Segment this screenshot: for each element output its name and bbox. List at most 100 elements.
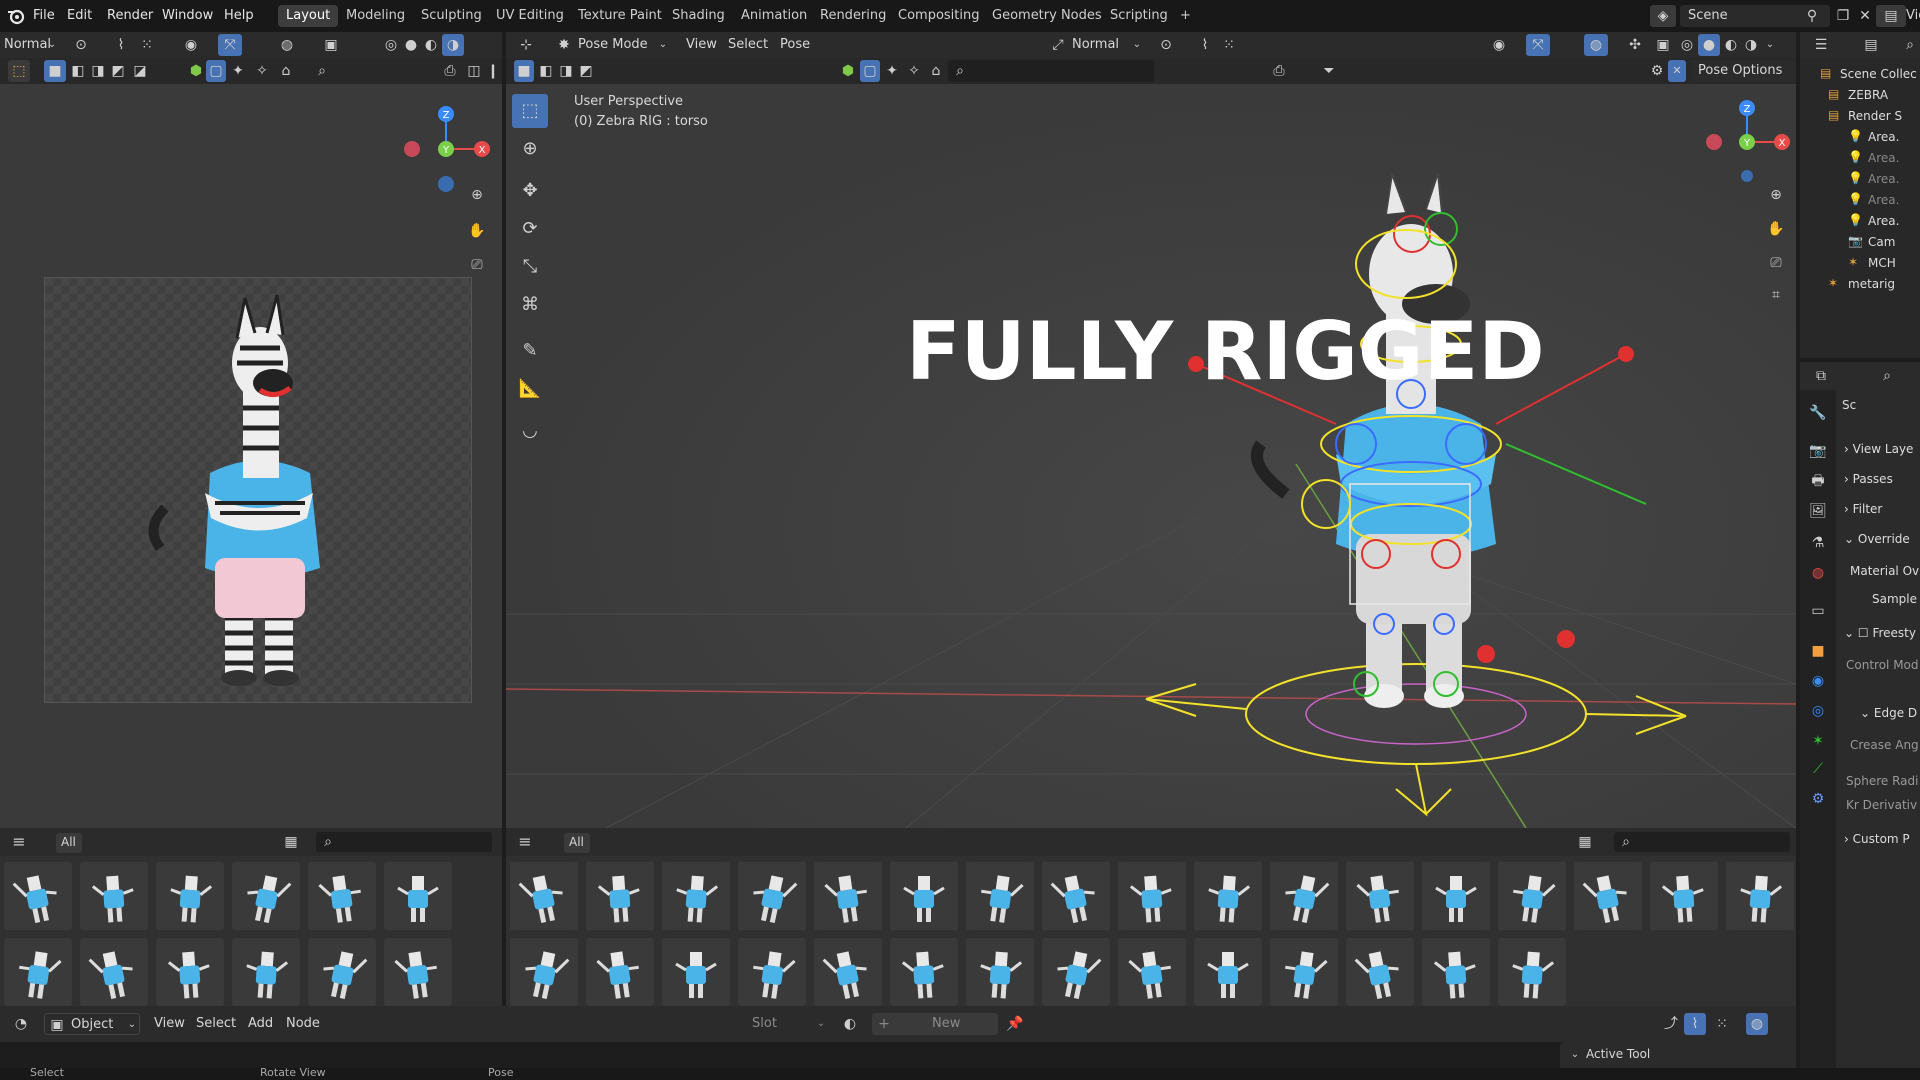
pose-thumbnail[interactable] [80, 862, 148, 930]
constraint-icon[interactable]: ⚙ [1646, 60, 1668, 82]
tab-scripting[interactable]: Scripting [1102, 5, 1176, 27]
pose-thumbnail[interactable] [1042, 862, 1110, 930]
tool-cursor[interactable]: ⊕ [512, 132, 548, 166]
tool-annotate[interactable]: ✎ [512, 334, 548, 368]
menu-help[interactable]: Help [224, 8, 254, 23]
select-invert-icon[interactable]: ◩ [576, 60, 596, 82]
new-material-button[interactable]: + New [872, 1013, 998, 1035]
property-section[interactable]: Sample [1872, 592, 1917, 606]
outliner-item[interactable]: 💡 Area. [1800, 127, 1920, 148]
interaction-mode-dropdown[interactable]: ✸ Pose Mode ⌄ [552, 34, 674, 56]
viewport-menu-select[interactable]: Select [728, 37, 768, 52]
property-section[interactable]: ⌄ Edge D [1860, 706, 1917, 720]
search-icon[interactable]: ⌕ [1900, 34, 1920, 56]
wireframe-shading-icon[interactable]: ◎ [1676, 34, 1698, 56]
scene-name-field[interactable]: Scene ⚲ [1680, 5, 1830, 27]
pose-thumbnail[interactable] [1346, 938, 1414, 1006]
outliner-item[interactable]: ▤ Scene Collec [1800, 64, 1920, 85]
pose-thumbnail[interactable] [1498, 938, 1566, 1006]
pose-thumbnail[interactable] [1574, 862, 1642, 930]
bone-overlay-icon[interactable]: ✣ [1624, 34, 1646, 56]
editor-type-icon[interactable]: ⊹ [514, 34, 538, 56]
bone-tab-icon[interactable]: ⟋ [1807, 758, 1829, 780]
hand-pan-icon[interactable]: ✋ [1764, 218, 1788, 240]
property-section[interactable]: › Custom P [1844, 832, 1910, 846]
hand-pan-icon[interactable]: ✋ [466, 220, 488, 242]
ortho-grid-icon[interactable]: ⌗ [1764, 284, 1788, 306]
menu-edit[interactable]: Edit [67, 8, 92, 23]
pose-thumbnail[interactable] [1042, 938, 1110, 1006]
tool-move[interactable]: ✥ [512, 174, 548, 208]
left-viewport[interactable]: Z Y X ⊕ ✋ ⎚ [0, 84, 502, 828]
pose-thumbnail[interactable] [1270, 862, 1338, 930]
scene-tab-icon[interactable]: ⚗ [1807, 532, 1829, 554]
navigation-gizmo[interactable]: Z Y X [396, 94, 496, 194]
property-section[interactable]: Sphere Radi [1846, 774, 1918, 788]
zoom-icon[interactable]: ⊕ [466, 184, 488, 206]
camera-view-icon[interactable]: ⎚ [1764, 252, 1788, 274]
visibility-icon[interactable]: ◉ [180, 34, 202, 56]
collection-tab-icon[interactable]: ▭ [1807, 600, 1829, 622]
material-shading-icon[interactable]: ◐ [1720, 34, 1742, 56]
filter-mesh-toggle[interactable]: ▢ [860, 60, 880, 82]
node-menu-add[interactable]: Add [248, 1016, 273, 1031]
mode-extend-icon[interactable]: ◧ [68, 60, 88, 82]
armature-tab-icon[interactable]: ✶ [1807, 730, 1829, 752]
node-menu-node[interactable]: Node [286, 1016, 320, 1031]
pose-thumbnail[interactable] [384, 862, 452, 930]
outliner-item[interactable]: ✶ MCH [1800, 253, 1920, 274]
filter-camera-icon[interactable]: ⌂ [276, 60, 296, 82]
mode-set-button[interactable]: ■ [44, 60, 66, 82]
object-type-icon[interactable]: ⬢ [838, 60, 858, 82]
search-icon[interactable]: ⌕ [312, 60, 332, 82]
world-tab-icon[interactable]: ◍ [1807, 562, 1829, 584]
pivot-point-icon[interactable]: ⊙ [1154, 34, 1178, 56]
pose-thumbnail[interactable] [1650, 862, 1718, 930]
scene-selector-button[interactable]: ◈ [1650, 5, 1676, 27]
property-section[interactable]: ⌄ Override [1844, 532, 1910, 546]
display-mode-icon[interactable]: ▦ [280, 831, 302, 853]
pose-thumbnail[interactable] [1118, 938, 1186, 1006]
filter-mesh-toggle[interactable]: ▢ [206, 60, 226, 82]
constraint-tab-icon[interactable]: ⚙ [1807, 788, 1829, 810]
pose-thumbnail[interactable] [966, 862, 1034, 930]
bookmark-icon[interactable]: ⎙ [440, 60, 460, 82]
view-layer-tab-icon[interactable]: 🖼 [1807, 500, 1829, 522]
menu-file[interactable]: File [33, 8, 55, 23]
gizmo-toggle[interactable]: ⤧ [218, 34, 242, 56]
tool-transform[interactable]: ⌘ [512, 288, 548, 322]
tool-scale[interactable]: ⤡ [512, 250, 548, 284]
shading-options-icon[interactable]: ⌄ [1762, 34, 1778, 56]
viewport-menu-pose[interactable]: Pose [780, 37, 810, 52]
camera-view-icon[interactable]: ⎚ [466, 254, 488, 276]
property-section[interactable]: Crease Ang [1850, 738, 1919, 752]
pose-thumbnail[interactable] [308, 862, 376, 930]
filter-camera-icon[interactable]: ⌂ [926, 60, 946, 82]
snap-increment-icon[interactable]: ⁙ [1218, 34, 1240, 56]
pose-thumbnail[interactable] [586, 938, 654, 1006]
object-tab-icon[interactable]: ■ [1807, 640, 1829, 662]
render-tab-icon[interactable]: 📷 [1807, 440, 1829, 462]
overlay-toggle[interactable]: ◍ [1746, 1013, 1768, 1035]
pose-thumbnail[interactable] [662, 862, 730, 930]
gizmo-toggle[interactable]: ⤧ [1526, 34, 1550, 56]
pose-thumbnail[interactable] [232, 862, 300, 930]
tool-bend[interactable]: ◡ [512, 414, 548, 448]
outliner-item[interactable]: 💡 Area. [1800, 148, 1920, 169]
property-section[interactable]: › Passes [1844, 472, 1893, 486]
hamburger-menu-icon[interactable]: ≡ [8, 831, 30, 853]
object-type-icon[interactable]: ⬢ [186, 60, 206, 82]
pose-thumbnail[interactable] [232, 938, 300, 1006]
grid-snap-icon[interactable]: ⁙ [136, 34, 158, 56]
tool-tab-icon[interactable]: 🔧 [1807, 402, 1829, 424]
display-mode-icon[interactable]: ▤ [1860, 34, 1882, 56]
physics-tab-icon[interactable]: ◎ [1807, 700, 1829, 722]
xray-icon[interactable]: ▣ [1652, 34, 1674, 56]
tab-sculpting[interactable]: Sculpting [413, 5, 490, 27]
tab-rendering[interactable]: Rendering [812, 5, 894, 27]
pose-thumbnail[interactable] [586, 862, 654, 930]
hamburger-menu-icon[interactable]: ≡ [514, 831, 536, 853]
property-section[interactable]: Kr Derivativ [1846, 798, 1917, 812]
snap-icon[interactable]: ⌇ [1194, 34, 1216, 56]
viewport-menu-view[interactable]: View [686, 37, 717, 52]
